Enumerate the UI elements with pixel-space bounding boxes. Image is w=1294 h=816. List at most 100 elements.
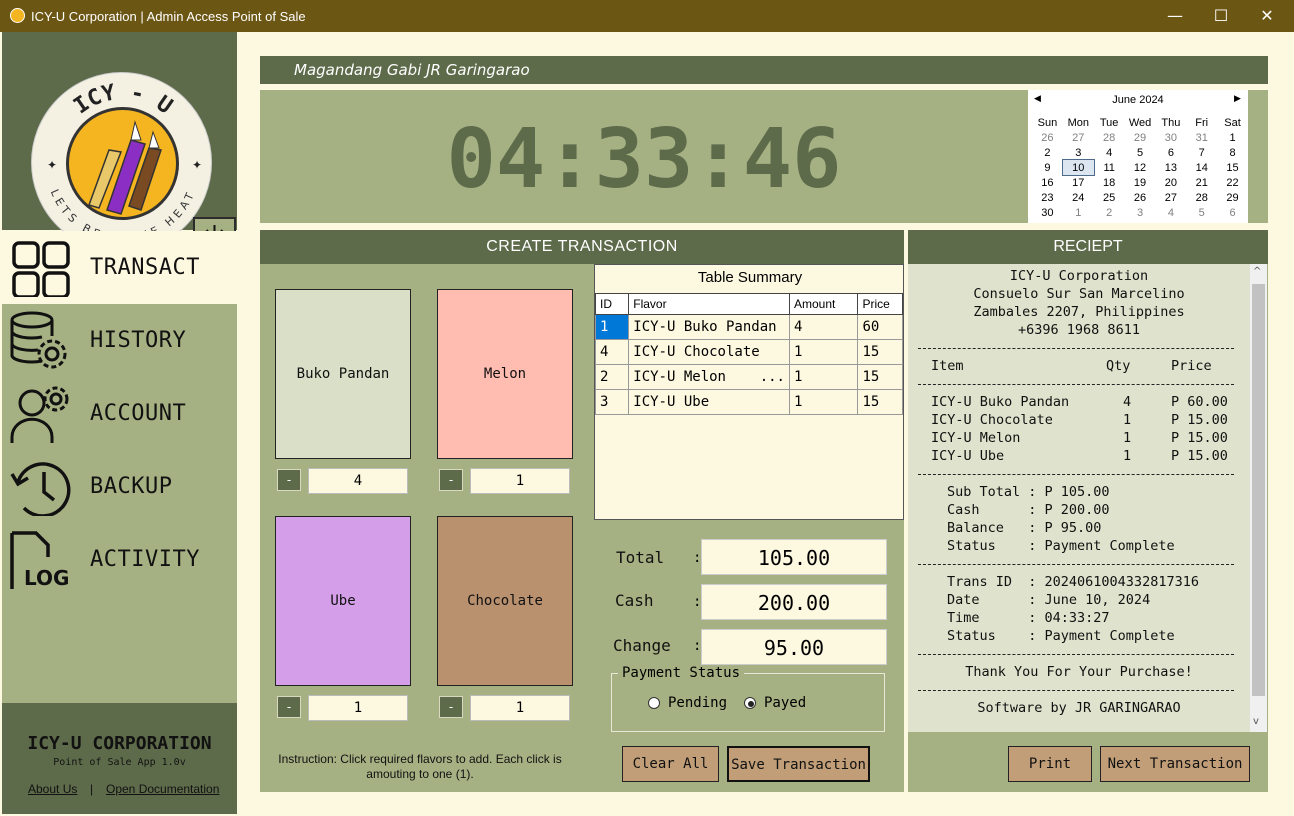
calendar-day[interactable]: 8 bbox=[1217, 145, 1248, 160]
calendar-day[interactable]: 4 bbox=[1155, 205, 1186, 220]
history-clock-icon bbox=[10, 462, 71, 516]
table-summary-title: Table Summary bbox=[697, 269, 803, 286]
calendar-day[interactable]: 21 bbox=[1186, 175, 1217, 190]
calendar-day[interactable]: 5 bbox=[1186, 205, 1217, 220]
calendar-day[interactable]: 2 bbox=[1094, 205, 1125, 220]
flavor-melon[interactable]: Melon bbox=[437, 289, 573, 459]
table-row[interactable]: 4 ICY-U Chocolate 1 15 bbox=[594, 339, 903, 365]
pending-label[interactable]: Pending bbox=[668, 695, 727, 711]
column-header-price[interactable]: Price bbox=[857, 293, 903, 315]
calendar-day[interactable]: 23 bbox=[1032, 190, 1063, 205]
calendar-day[interactable]: 3 bbox=[1063, 145, 1094, 160]
calendar[interactable]: ◀ June 2024 ▶ Sun Mon Tue Wed Thu Fri Sat 26 27 2… bbox=[1028, 90, 1248, 223]
calendar-day[interactable]: 29 bbox=[1125, 130, 1156, 145]
column-header-amount[interactable]: Amount bbox=[788, 293, 859, 315]
calendar-day[interactable]: 15 bbox=[1217, 160, 1248, 175]
calendar-day[interactable]: 3 bbox=[1125, 205, 1156, 220]
total-field[interactable]: 105.00 bbox=[701, 539, 887, 575]
qty-melon[interactable]: 1 bbox=[470, 468, 570, 494]
minus-button-chocolate[interactable]: - bbox=[439, 696, 463, 718]
column-header-flavor[interactable]: Flavor bbox=[628, 293, 790, 315]
calendar-day[interactable]: 4 bbox=[1094, 145, 1125, 160]
calendar-day[interactable]: 16 bbox=[1032, 175, 1063, 190]
nav-activity[interactable]: LOG ACTIVITY bbox=[2, 523, 237, 596]
calendar-day[interactable]: 27 bbox=[1063, 130, 1094, 145]
close-button[interactable]: ✕ bbox=[1244, 0, 1290, 32]
calendar-day[interactable]: 13 bbox=[1155, 160, 1186, 175]
nav-account[interactable]: ACCOUNT bbox=[2, 377, 237, 450]
receipt-text[interactable]: ICY-U Corporation Consuelo Sur San Marce… bbox=[908, 264, 1250, 732]
scroll-up-icon[interactable]: ^ bbox=[1253, 266, 1261, 277]
flavor-chocolate[interactable]: Chocolate bbox=[437, 516, 573, 686]
calendar-day[interactable]: 7 bbox=[1186, 145, 1217, 160]
maximize-button[interactable]: ☐ bbox=[1198, 0, 1244, 32]
calendar-day[interactable]: 25 bbox=[1094, 190, 1125, 205]
calendar-day[interactable]: 1 bbox=[1063, 205, 1094, 220]
save-transaction-button[interactable]: Save Transaction bbox=[727, 746, 870, 782]
receipt-item-qty: 1 bbox=[1123, 448, 1132, 464]
print-button[interactable]: Print bbox=[1008, 746, 1092, 782]
cash-field[interactable]: 200.00 bbox=[701, 584, 887, 620]
calendar-day[interactable]: 12 bbox=[1125, 160, 1156, 175]
calendar-day[interactable]: 20 bbox=[1155, 175, 1186, 190]
calendar-day[interactable]: 17 bbox=[1063, 175, 1094, 190]
table-row[interactable]: 2 ICY-U Melon ... 1 15 bbox=[594, 364, 903, 390]
receipt-scroll-thumb[interactable] bbox=[1252, 284, 1265, 696]
calendar-weekday: Wed bbox=[1128, 116, 1152, 129]
open-documentation-link[interactable]: Open Documentation bbox=[106, 782, 219, 796]
calendar-day[interactable]: 2 bbox=[1032, 145, 1063, 160]
next-transaction-button[interactable]: Next Transaction bbox=[1100, 746, 1250, 782]
calendar-day[interactable]: 6 bbox=[1217, 205, 1248, 220]
payed-label[interactable]: Payed bbox=[764, 695, 806, 711]
change-field[interactable]: 95.00 bbox=[701, 629, 887, 665]
calendar-day[interactable]: 5 bbox=[1125, 145, 1156, 160]
calendar-grid[interactable]: Sun Mon Tue Wed Thu Fri Sat 26 27 28 29 30 31 1 2 3 4 5 6 7… bbox=[1032, 115, 1248, 220]
calendar-day[interactable]: 22 bbox=[1217, 175, 1248, 190]
flavor-buko-pandan[interactable]: Buko Pandan bbox=[275, 289, 411, 459]
calendar-day[interactable]: 1 bbox=[1217, 130, 1248, 145]
instruction-text: Instruction: Click required flavors to a… bbox=[278, 752, 562, 781]
calendar-day[interactable]: 28 bbox=[1094, 130, 1125, 145]
nav-backup[interactable]: BACKUP bbox=[2, 450, 237, 523]
table-row[interactable]: 3 ICY-U Ube 1 15 bbox=[594, 389, 903, 415]
calendar-weekday: Sat bbox=[1224, 116, 1241, 129]
log-file-icon: LOG bbox=[10, 531, 69, 589]
nav-history[interactable]: HISTORY bbox=[2, 304, 237, 377]
nav-transact[interactable]: TRANSACT bbox=[2, 231, 237, 304]
calendar-day[interactable]: 27 bbox=[1155, 190, 1186, 205]
calendar-day[interactable]: 31 bbox=[1186, 130, 1217, 145]
calendar-day[interactable]: 26 bbox=[1125, 190, 1156, 205]
flavor-ube[interactable]: Ube bbox=[275, 516, 411, 686]
about-us-link[interactable]: About Us bbox=[28, 782, 77, 796]
table-row[interactable]: 1 ICY-U Buko Pandan 4 60 bbox=[594, 314, 903, 340]
minimize-button[interactable]: — bbox=[1152, 0, 1198, 32]
calendar-day[interactable]: 24 bbox=[1063, 190, 1094, 205]
calendar-weekday: Sun bbox=[1037, 116, 1058, 129]
calendar-day[interactable]: 10 bbox=[1061, 159, 1095, 176]
calendar-month[interactable]: June 2024 bbox=[1028, 94, 1248, 106]
calendar-day[interactable]: 30 bbox=[1032, 205, 1063, 220]
qty-buko-pandan[interactable]: 4 bbox=[308, 468, 408, 494]
calendar-day[interactable]: 9 bbox=[1032, 160, 1063, 175]
qty-chocolate[interactable]: 1 bbox=[470, 695, 570, 721]
qty-ube[interactable]: 1 bbox=[308, 695, 408, 721]
clear-all-button[interactable]: Clear All bbox=[622, 746, 719, 782]
calendar-day[interactable]: 30 bbox=[1155, 130, 1186, 145]
calendar-day[interactable]: 26 bbox=[1032, 130, 1063, 145]
calendar-day[interactable]: 29 bbox=[1217, 190, 1248, 205]
scroll-down-icon[interactable]: v bbox=[1253, 716, 1259, 727]
calendar-day[interactable]: 28 bbox=[1186, 190, 1217, 205]
calendar-day[interactable]: 11 bbox=[1094, 160, 1125, 175]
minus-button-ube[interactable]: - bbox=[277, 696, 301, 718]
minus-button-buko-pandan[interactable]: - bbox=[277, 469, 301, 491]
calendar-day[interactable]: 18 bbox=[1094, 175, 1125, 190]
calendar-day[interactable]: 19 bbox=[1125, 175, 1156, 190]
calendar-day[interactable]: 14 bbox=[1186, 160, 1217, 175]
column-header-id[interactable]: ID bbox=[594, 293, 630, 315]
payed-radio[interactable] bbox=[744, 697, 756, 709]
calendar-day[interactable]: 6 bbox=[1155, 145, 1186, 160]
minus-button-melon[interactable]: - bbox=[439, 469, 463, 491]
pending-radio[interactable] bbox=[648, 697, 660, 709]
calendar-next-icon[interactable]: ▶ bbox=[1234, 93, 1241, 104]
summary-table[interactable]: ID Flavor Amount Price 1 ICY-U Buko Pand… bbox=[594, 293, 903, 415]
